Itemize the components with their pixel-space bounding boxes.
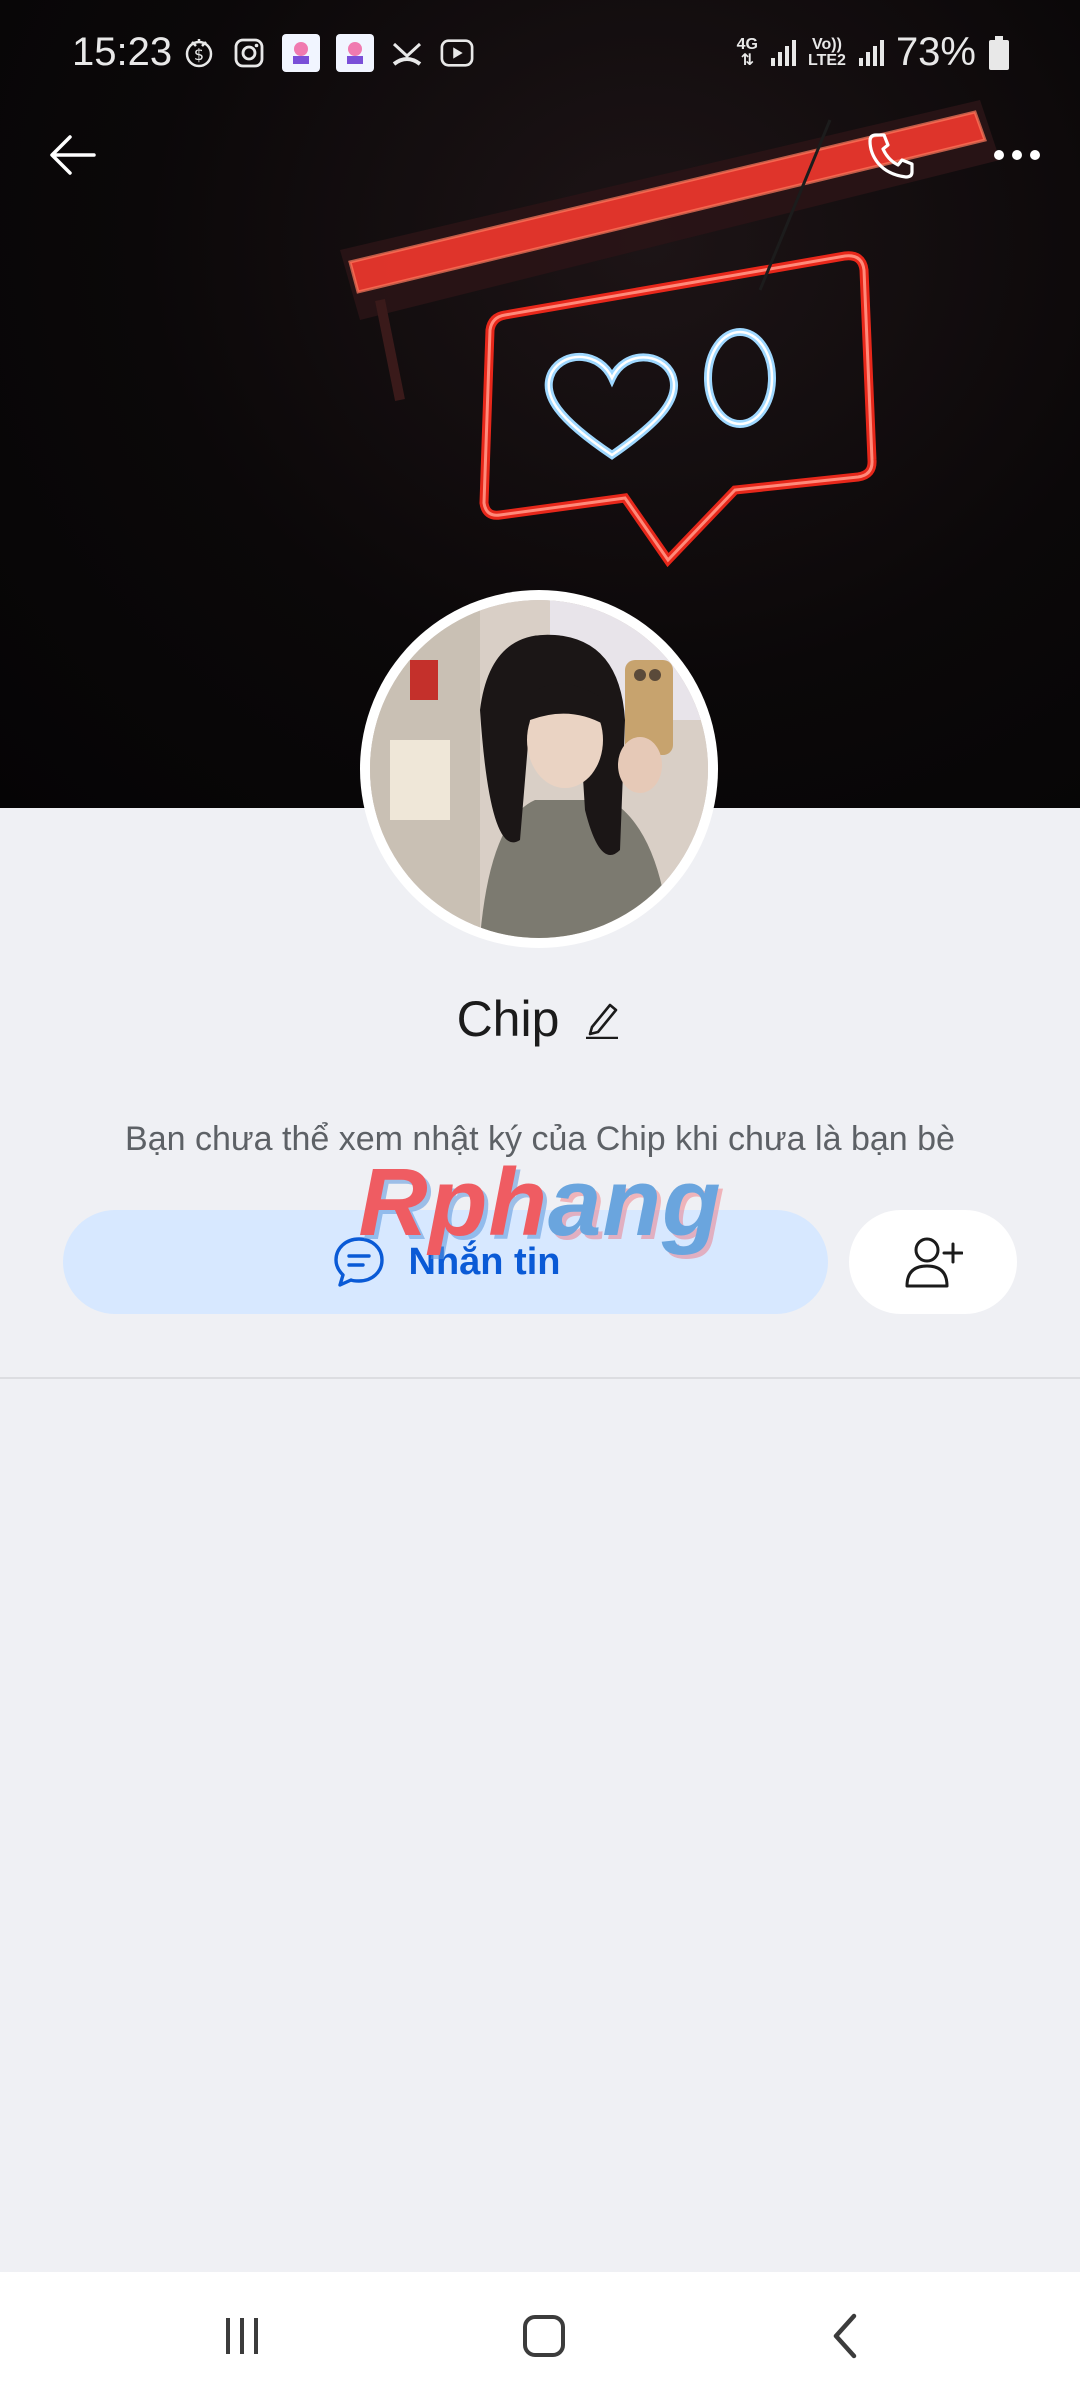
avatar[interactable] — [360, 590, 718, 948]
edit-nickname-button[interactable] — [581, 998, 623, 1040]
signal-icon — [858, 39, 884, 66]
missed-call-icon — [390, 36, 424, 70]
network-type: 4G ⇅ — [736, 35, 758, 69]
pencil-icon — [586, 1003, 619, 1039]
home-icon — [523, 2315, 565, 2357]
section-divider — [0, 1377, 1080, 1379]
system-back-button[interactable] — [806, 2296, 886, 2376]
back-button[interactable] — [38, 120, 108, 190]
system-navigation-bar — [0, 2272, 1080, 2400]
call-button[interactable] — [857, 120, 927, 190]
instagram-icon — [232, 36, 266, 70]
app-notification-icon — [336, 34, 374, 72]
more-dots-icon — [994, 150, 1040, 160]
money-notification-icon: $ — [182, 36, 216, 70]
watermark-logo: Rphang — [358, 1149, 722, 1256]
svg-text:$: $ — [194, 45, 204, 64]
signal-icon — [771, 39, 796, 66]
recent-apps-button[interactable] — [202, 2296, 282, 2376]
status-time: 15:23 — [72, 30, 173, 74]
home-button[interactable] — [504, 2296, 584, 2376]
recent-apps-icon — [226, 2318, 258, 2354]
arrow-left-icon — [50, 135, 96, 175]
more-options-button[interactable] — [982, 120, 1052, 190]
avatar-photo — [370, 600, 708, 938]
volte-indicator: Vo)) LTE2 — [808, 35, 846, 69]
profile-name: Chip — [456, 991, 560, 1047]
battery-percent: 73% — [895, 30, 976, 74]
phone-icon — [868, 133, 914, 179]
youtube-icon — [440, 36, 474, 70]
profile-name-row: Chip — [0, 990, 1080, 1048]
battery-icon — [989, 35, 1009, 70]
status-right: 4G ⇅ Vo)) LTE2 73% — [737, 30, 1010, 75]
notification-icons: $ — [182, 34, 474, 72]
chevron-left-icon — [833, 2313, 857, 2359]
status-bar: 15:23 $ 4G ⇅ Vo)) LTE2 73% — [0, 0, 1080, 110]
app-notification-icon — [282, 34, 320, 72]
